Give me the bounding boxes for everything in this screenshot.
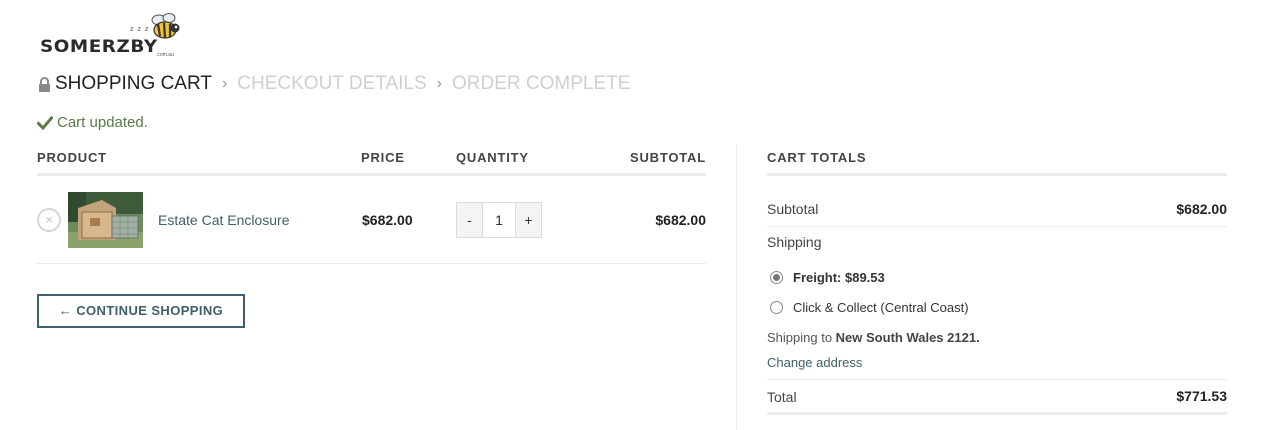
product-name-link[interactable]: Estate Cat Enclosure xyxy=(158,212,290,228)
subtotal-label: Subtotal xyxy=(767,201,819,217)
logo-zzz: z z z xyxy=(130,26,150,33)
breadcrumb-separator: › xyxy=(221,75,228,92)
shipping-destination: Shipping to New South Wales 2121. xyxy=(767,330,980,345)
row-subtotal: $682.00 xyxy=(655,212,706,228)
quantity-decrease-button[interactable]: - xyxy=(457,203,482,237)
site-logo[interactable]: z z z SOMERZBY .com.au xyxy=(40,12,185,58)
product-price: $682.00 xyxy=(362,212,413,228)
breadcrumb: SHOPPING CART › CHECKOUT DETAILS › ORDER… xyxy=(38,73,630,95)
column-divider xyxy=(736,145,737,430)
notice-text: Cart updated. xyxy=(57,114,148,131)
click-collect-radio[interactable] xyxy=(770,301,783,314)
logo-wordmark: SOMERZBY xyxy=(40,37,158,57)
freight-option-label[interactable]: Freight: $89.53 xyxy=(793,270,885,285)
breadcrumb-shopping-cart[interactable]: SHOPPING CART xyxy=(55,73,212,95)
column-header-price: PRICE xyxy=(361,150,405,165)
quantity-increase-button[interactable]: + xyxy=(516,203,541,237)
totals-header-divider xyxy=(767,173,1227,176)
checkmark-icon xyxy=(37,115,53,130)
lock-icon xyxy=(39,76,50,92)
total-value: $771.53 xyxy=(1176,388,1227,404)
product-thumbnail[interactable] xyxy=(68,192,143,248)
breadcrumb-separator: › xyxy=(436,75,442,92)
remove-item-button[interactable]: × xyxy=(37,208,61,232)
quantity-input[interactable]: 1 xyxy=(482,203,516,237)
shipping-destination-location: New South Wales 2121. xyxy=(835,330,980,345)
freight-radio[interactable] xyxy=(770,271,783,284)
column-header-quantity: QUANTITY xyxy=(456,150,529,165)
change-address-link[interactable]: Change address xyxy=(767,355,862,370)
row-divider xyxy=(37,263,706,264)
column-header-product: PRODUCT xyxy=(37,150,107,165)
quantity-stepper: - 1 + xyxy=(456,202,542,238)
totals-divider xyxy=(767,379,1227,380)
breadcrumb-checkout-details[interactable]: CHECKOUT DETAILS xyxy=(237,73,426,95)
logo-tld: .com.au xyxy=(156,52,174,58)
click-collect-option-label[interactable]: Click & Collect (Central Coast) xyxy=(793,300,969,315)
total-label: Total xyxy=(767,389,797,405)
table-header-divider xyxy=(37,173,706,176)
totals-bottom-divider xyxy=(767,412,1227,415)
continue-shopping-button[interactable]: ← CONTINUE SHOPPING xyxy=(37,294,245,328)
cart-updated-notice: Cart updated. xyxy=(37,114,148,131)
shipping-destination-prefix: Shipping to xyxy=(767,330,836,345)
shipping-label: Shipping xyxy=(767,234,822,250)
totals-divider xyxy=(767,226,1227,227)
column-header-subtotal: SUBTOTAL xyxy=(630,150,706,165)
cart-totals-title: CART TOTALS xyxy=(767,150,867,165)
breadcrumb-order-complete[interactable]: ORDER COMPLETE xyxy=(452,73,630,95)
subtotal-value: $682.00 xyxy=(1176,201,1227,217)
